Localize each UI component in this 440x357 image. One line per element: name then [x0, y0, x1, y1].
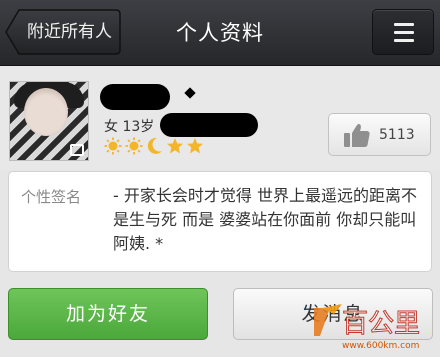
- sun-icon: [104, 137, 122, 155]
- add-friend-button[interactable]: 加为好友: [8, 288, 208, 340]
- watermark-text: 百公里: [342, 309, 420, 339]
- signature-text: - 开家长会时才觉得 世界上最遥远的距离不是生与死 而是 婆婆站在你面前 你却只…: [113, 186, 417, 253]
- avatar[interactable]: [9, 81, 89, 161]
- sun-icon: [125, 137, 143, 155]
- signature-card: 个性签名 - 开家长会时才觉得 世界上最遥远的距离不是生与死 而是 婆婆站在你面…: [8, 171, 432, 272]
- nickname-redacted: [100, 84, 170, 110]
- nickname-redacted-mark: [184, 87, 196, 99]
- info-redacted: [160, 113, 258, 137]
- profile-section: 女 13岁 5113: [0, 66, 440, 170]
- menu-button[interactable]: [372, 9, 434, 55]
- watermark-logo: 百公里: [314, 304, 421, 340]
- watermark: 百公里 www.600km.com: [312, 300, 436, 356]
- like-count: 5113: [379, 127, 415, 143]
- photo-icon: [70, 144, 84, 156]
- gender-age: 女 13岁: [104, 119, 155, 135]
- star-icon: [187, 138, 203, 154]
- star-icon: [167, 138, 183, 154]
- moon-icon: [147, 137, 162, 154]
- top-bar: 附近所有人 个人资料: [0, 0, 440, 66]
- signature-label: 个性签名: [21, 188, 82, 206]
- avatar-face: [24, 88, 68, 136]
- hamburger-icon: [394, 23, 414, 43]
- watermark-url: www.600km.com: [342, 341, 420, 351]
- thumbs-up-icon: [344, 124, 370, 147]
- like-button[interactable]: 5113: [328, 113, 431, 156]
- level-icons: [104, 137, 214, 155]
